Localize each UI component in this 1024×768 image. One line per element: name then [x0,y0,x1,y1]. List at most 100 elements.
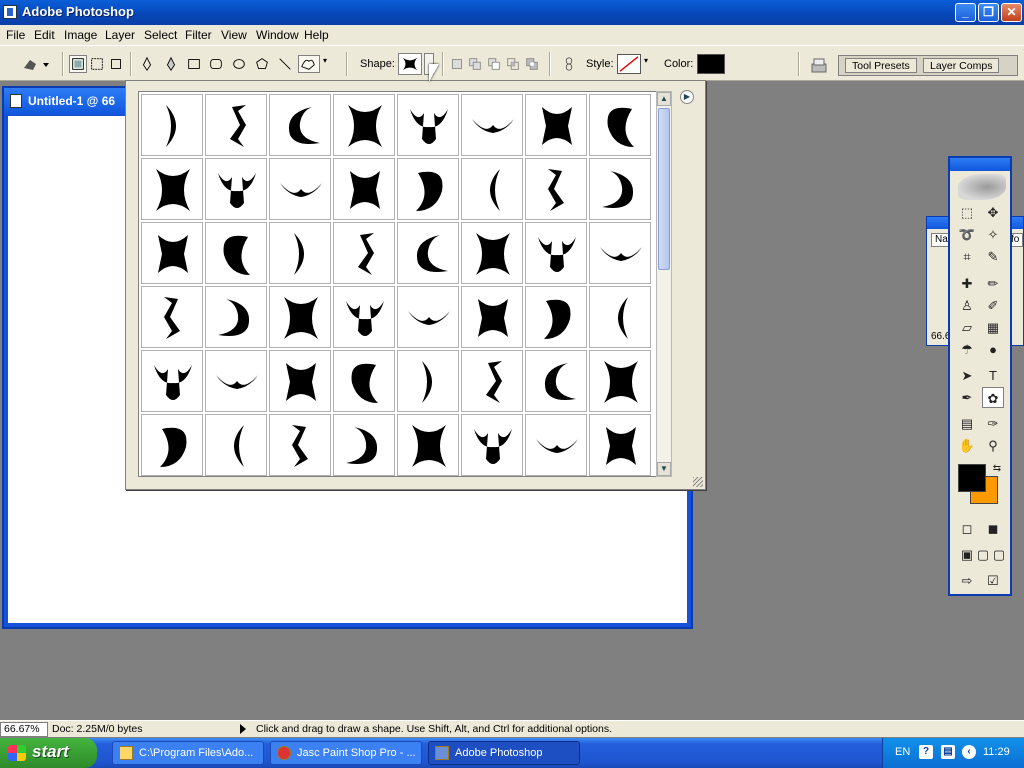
shape-cell-ornament-28[interactable] [333,286,395,348]
shape-cell-ornament-37[interactable] [397,350,459,412]
help-tray-icon[interactable]: ? [919,745,933,759]
palette-well-icon[interactable] [808,55,828,73]
eyedropper-tool-icon[interactable]: ✑ [982,413,1004,434]
shape-cell-ornament-38[interactable] [461,350,523,412]
custom-shape-tool-icon[interactable] [298,55,320,73]
line-tool-icon[interactable] [276,55,294,73]
shape-cell-ornament-17[interactable] [141,222,203,284]
exclude-shape-icon[interactable] [523,55,541,73]
geometry-options-dropdown[interactable]: ▾ [322,55,332,73]
shape-cell-ornament-27[interactable] [269,286,331,348]
shape-cell-ornament-40[interactable] [589,350,651,412]
picker-menu-button[interactable]: ▶ [680,90,694,104]
polygon-tool-icon[interactable] [253,55,271,73]
swap-colors-icon[interactable]: ⇆ [986,458,1008,479]
shape-picker-scrollbar[interactable]: ▲ ▼ [656,91,672,477]
back-tray-icon[interactable]: ‹ [962,745,976,759]
rounded-rectangle-tool-icon[interactable] [207,55,225,73]
fill-pixels-icon[interactable] [107,55,125,73]
healing-brush-icon[interactable]: ✚ [956,273,978,294]
feather-logo-icon[interactable] [958,174,1006,200]
shape-cell-ornament-32[interactable] [589,286,651,348]
gradient-tool-icon[interactable]: ▦ [982,317,1004,338]
shape-cell-ornament-8[interactable] [589,94,651,156]
photoshop-app-icon[interactable] [3,5,17,19]
shape-preview[interactable] [398,53,422,75]
hand-tool-icon[interactable]: ✋ [956,435,978,456]
status-menu-arrow-icon[interactable] [240,724,246,734]
shape-cell-ornament-22[interactable] [461,222,523,284]
menu-file[interactable]: File [6,28,25,42]
shape-cell-ornament-47[interactable] [525,414,587,476]
pen-tool-icon[interactable] [138,55,156,73]
menu-filter[interactable]: Filter [185,28,212,42]
dodge-tool-icon[interactable]: ● [982,339,1004,360]
shape-cell-ornament-9[interactable] [141,158,203,220]
shape-cell-ornament-29[interactable] [397,286,459,348]
shape-cell-ornament-42[interactable] [205,414,267,476]
shape-cell-ornament-10[interactable] [205,158,267,220]
shape-cell-ornament-12[interactable] [333,158,395,220]
scroll-down-arrow[interactable]: ▼ [657,462,671,476]
shape-cell-ornament-6[interactable] [461,94,523,156]
zoom-tool-icon[interactable]: ⚲ [982,435,1004,456]
shape-cell-ornament-23[interactable] [525,222,587,284]
shape-cell-ornament-48[interactable] [589,414,651,476]
menu-layer[interactable]: Layer [105,28,135,42]
scroll-thumb[interactable] [658,108,670,270]
shape-cell-ornament-34[interactable] [205,350,267,412]
menu-view[interactable]: View [221,28,247,42]
menu-window[interactable]: Window [256,28,299,42]
notes-tool-icon[interactable]: ▤ [956,413,978,434]
shape-cell-ornament-4[interactable] [333,94,395,156]
shape-cell-ornament-46[interactable] [461,414,523,476]
resize-grip-icon[interactable] [693,477,703,487]
menu-help[interactable]: Help [304,28,329,42]
shape-cell-ornament-36[interactable] [333,350,395,412]
shape-cell-ornament-15[interactable] [525,158,587,220]
close-button[interactable]: ✕ [1001,3,1022,22]
shape-cell-ornament-41[interactable] [141,414,203,476]
shape-layers-icon[interactable] [69,55,87,73]
paths-mode-icon[interactable] [88,55,106,73]
blur-tool-icon[interactable]: ☂ [956,339,978,360]
shape-cell-ornament-18[interactable] [205,222,267,284]
shape-cell-ornament-26[interactable] [205,286,267,348]
style-swatch-none[interactable] [617,54,641,74]
task-photoshop[interactable]: Adobe Photoshop [428,741,580,765]
shape-cell-ornament-7[interactable] [525,94,587,156]
shape-cell-ornament-5[interactable] [397,94,459,156]
link-icon[interactable] [560,55,578,73]
screen-mode-full-icon[interactable]: ▢ [988,544,1010,565]
new-shape-layer-icon[interactable] [448,55,466,73]
magic-wand-icon[interactable]: ✧ [982,224,1004,245]
shape-cell-ornament-45[interactable] [397,414,459,476]
shape-cell-ornament-30[interactable] [461,286,523,348]
menu-select[interactable]: Select [144,28,177,42]
shape-cell-ornament-16[interactable] [589,158,651,220]
subtract-shape-icon[interactable] [485,55,503,73]
foreground-color-swatch[interactable] [958,464,986,492]
crop-tool-icon[interactable]: ⌗ [956,246,978,267]
shape-cell-ornament-33[interactable] [141,350,203,412]
slice-tool-icon[interactable]: ✎ [982,246,1004,267]
standard-mode-icon[interactable]: ◻ [956,518,978,539]
menu-image[interactable]: Image [64,28,97,42]
freeform-pen-icon[interactable] [162,55,180,73]
language-indicator[interactable]: EN [895,746,910,758]
shape-cell-ornament-11[interactable] [269,158,331,220]
minimize-button[interactable]: _ [955,3,976,22]
lasso-tool-icon[interactable]: ➰ [956,224,978,245]
shape-cell-ornament-20[interactable] [333,222,395,284]
shape-cell-ornament-13[interactable] [397,158,459,220]
move-tool-icon[interactable]: ✥ [982,202,1004,223]
color-swatch[interactable] [697,54,725,74]
zoom-field[interactable]: 66.67% [0,722,48,737]
tool-preset-picker[interactable] [20,55,50,73]
shape-cell-ornament-35[interactable] [269,350,331,412]
marquee-tool-icon[interactable]: ⬚ [956,202,978,223]
imageready-jump-icon[interactable]: ⇨ [956,570,978,591]
brush-tool-icon[interactable]: ✏ [982,273,1004,294]
shape-cell-ornament-31[interactable] [525,286,587,348]
task-explorer[interactable]: C:\Program Files\Ado... [112,741,264,765]
